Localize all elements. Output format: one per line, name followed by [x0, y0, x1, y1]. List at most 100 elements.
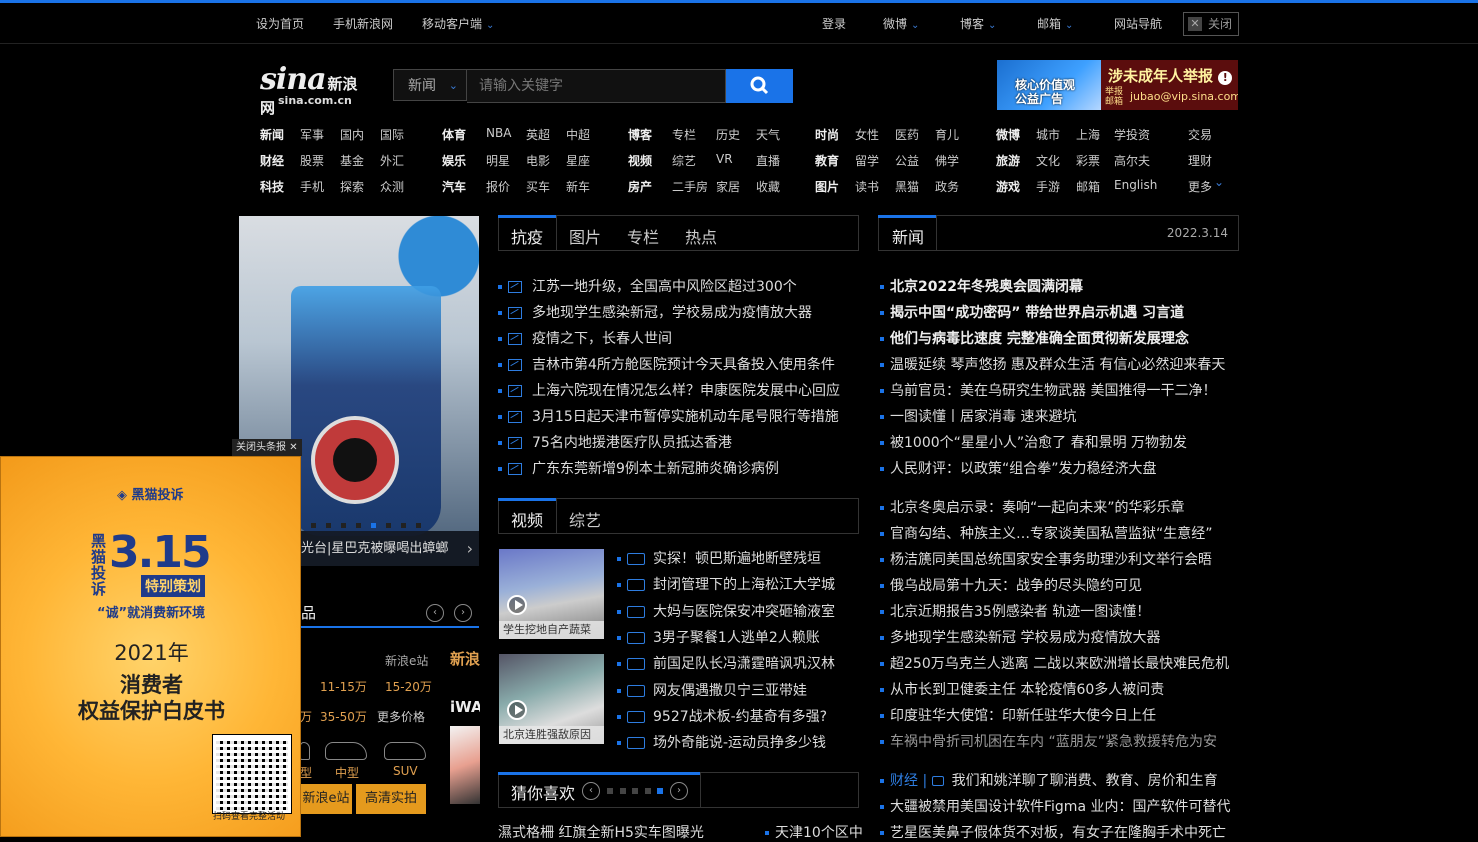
nav-link[interactable]: 交易	[1188, 126, 1212, 143]
nav-link[interactable]: 家居	[716, 178, 740, 195]
nav-link[interactable]: 政务	[935, 178, 959, 195]
news-item[interactable]: 人民财评：以政策“组合拳”发力稳经济大盘	[880, 458, 1157, 478]
video-news-item[interactable]: 前国足队长冯潇霆暗讽巩汉林	[617, 653, 835, 673]
consumer-rights-popup-ad[interactable]: ◈ 黑猫投诉 黑猫投诉 3.15 特别策划 “诚”就消费新环境 2021年 消费…	[0, 456, 301, 837]
nav-link[interactable]: 收藏	[756, 178, 780, 195]
slide-dot[interactable]	[371, 523, 376, 528]
nav-link[interactable]: 二手房	[672, 178, 708, 195]
nav-category-link[interactable]: 新闻	[260, 126, 284, 143]
news-item[interactable]: 多地现学生感染新冠 学校易成为疫情放大器	[880, 627, 1160, 647]
guess-item[interactable]: 濕式格柵 红旗全新H5实车图曝光	[498, 822, 704, 842]
headline-item[interactable]: 他们与病毒比速度 完整准确全面贯彻新发展理念	[880, 328, 1189, 348]
slide-dot[interactable]	[356, 523, 361, 528]
nav-category-link[interactable]: 房产	[628, 178, 652, 195]
tab-columns[interactable]: 专栏	[627, 224, 659, 248]
price-35-50[interactable]: 35-50万	[320, 708, 367, 725]
nav-link[interactable]: 理财	[1188, 152, 1212, 169]
news-item[interactable]: 多地现学生感染新冠，学校易成为疫情放大器	[498, 302, 812, 322]
nav-link[interactable]: 手游	[1036, 178, 1060, 195]
nav-category-link[interactable]: 微博	[996, 126, 1020, 143]
video-news-item[interactable]: 封闭管理下的上海松江大学城	[617, 574, 835, 594]
carousel-dot[interactable]	[657, 788, 663, 794]
chevron-left-icon[interactable]: ‹	[582, 782, 600, 800]
set-home-link[interactable]: 设为首页	[256, 15, 304, 32]
slide-dot[interactable]	[326, 523, 331, 528]
news-item[interactable]: 疫情之下，长春人世间	[498, 328, 672, 348]
nav-link[interactable]: 英超	[526, 126, 550, 143]
headline-item[interactable]: 揭示中国“成功密码” 带给世界启示机遇 习言道	[880, 302, 1184, 322]
nav-link[interactable]: 国内	[340, 126, 364, 143]
mobile-sina-link[interactable]: 手机新浪网	[333, 15, 393, 32]
ecar-button[interactable]: 新浪e站	[300, 784, 352, 814]
nav-link[interactable]: 读书	[855, 178, 879, 195]
nav-link[interactable]: 历史	[716, 126, 740, 143]
nav-link[interactable]: English	[1114, 178, 1157, 192]
news-item[interactable]: 吉林市第4所方舱医院预计今天具备投入使用条件	[498, 354, 835, 374]
nav-category-link[interactable]: 游戏	[996, 178, 1020, 195]
site-nav-link[interactable]: 网站导航	[1114, 15, 1162, 32]
news-item[interactable]: 俄乌战局第十九天：战争的尽头隐约可见	[880, 575, 1142, 595]
nav-link[interactable]: 文化	[1036, 152, 1060, 169]
video-news-item[interactable]: 大妈与医院保安冲突砸输液室	[617, 601, 835, 621]
close-button[interactable]: ✕ 关闭	[1183, 12, 1239, 36]
news-item[interactable]: 从市长到卫健委主任 本轮疫情60多人被问责	[880, 679, 1164, 699]
news-item[interactable]: 乌前官员：美在乌研究生物武器 美国推得一干二净！	[880, 380, 1216, 400]
video-thumbnail[interactable]: 北京连胜强敌原因	[499, 654, 604, 744]
news-item[interactable]: 北京冬奥启示录：奏响“一起向未来”的华彩乐章	[880, 497, 1185, 517]
nav-link[interactable]: 电影	[526, 152, 550, 169]
carousel-dot[interactable]	[619, 788, 626, 794]
nav-category-link[interactable]: 财经	[260, 152, 284, 169]
news-item[interactable]: 上海六院现在情况怎么样？申康医院发展中心回应	[498, 380, 840, 400]
nav-link[interactable]: 股票	[300, 152, 324, 169]
more-prices-link[interactable]: 更多价格	[377, 708, 425, 725]
search-button[interactable]	[726, 69, 793, 103]
side-strip[interactable]: 新浪 iWA	[450, 648, 480, 808]
popup-close-button[interactable]: 关闭头条报 ✕	[232, 439, 302, 456]
nav-link[interactable]: 黑猫	[895, 178, 919, 195]
car-type-small[interactable]: 型	[300, 764, 312, 781]
video-news-item[interactable]: 9527战术板-约基奇有多强?	[617, 706, 827, 726]
nav-link[interactable]: VR	[716, 152, 733, 166]
news-item[interactable]: 75名内地援港医疗队员抵达香港	[498, 432, 732, 452]
nav-link[interactable]: 医药	[895, 126, 919, 143]
tab-variety[interactable]: 综艺	[569, 507, 601, 531]
chevron-right-icon[interactable]: ›	[467, 531, 473, 566]
nav-category-link[interactable]: 旅游	[996, 152, 1020, 169]
nav-link[interactable]: 军事	[300, 126, 324, 143]
video-thumbnail[interactable]: 学生挖地自产蔬菜	[499, 549, 604, 639]
guess-item[interactable]: 天津10个区中	[765, 822, 863, 842]
nav-link[interactable]: 星座	[566, 152, 590, 169]
nav-link[interactable]: 外汇	[380, 152, 404, 169]
search-input[interactable]	[467, 69, 726, 103]
nav-link[interactable]: 众测	[380, 178, 404, 195]
car-type-suv[interactable]: SUV	[393, 764, 418, 778]
tab-hot[interactable]: 热点	[685, 224, 717, 248]
tab-pictures[interactable]: 图片	[569, 224, 601, 248]
news-item[interactable]: 艺星医美鼻子假体货不对板，有女子在隆胸手术中死亡	[880, 822, 1226, 842]
mobile-client-menu[interactable]: 移动客户端 ⌄	[422, 15, 494, 32]
nav-link[interactable]: 报价	[486, 178, 510, 195]
news-item[interactable]: 温暖延续 琴声悠扬 惠及群众生活 有信心必然迎来春天	[880, 354, 1225, 374]
nav-category-link[interactable]: 视频	[628, 152, 652, 169]
nav-link[interactable]: 买车	[526, 178, 550, 195]
slide-dot[interactable]	[386, 523, 391, 528]
headline-item[interactable]: 北京2022年冬残奥会圆满闭幕	[880, 276, 1083, 296]
slide-dot[interactable]	[311, 523, 316, 528]
nav-category-link[interactable]: 娱乐	[442, 152, 466, 169]
login-link[interactable]: 登录	[822, 15, 846, 32]
news-item[interactable]: 被1000个“星星小人”治愈了 春和景明 万物勃发	[880, 432, 1187, 452]
news-item[interactable]: 江苏一地升级，全国高中风险区超过300个	[498, 276, 797, 296]
news-item[interactable]: 北京近期报告35例感染者 轨迹一图读懂！	[880, 601, 1150, 621]
tab-video[interactable]: 视频	[511, 507, 543, 531]
price-11-15[interactable]: 11-15万	[320, 678, 367, 695]
news-item[interactable]: 印度驻华大使馆：印新任驻华大使今日上任	[880, 705, 1156, 725]
carousel-dot[interactable]	[607, 788, 613, 794]
carousel-dot[interactable]	[632, 788, 638, 794]
carousel-dot[interactable]	[644, 788, 651, 794]
nav-link[interactable]: 佛学	[935, 152, 959, 169]
nav-link[interactable]: 手机	[300, 178, 324, 195]
nav-link[interactable]: 探索	[340, 178, 364, 195]
nav-link[interactable]: 基金	[340, 152, 364, 169]
nav-link[interactable]: 上海	[1076, 126, 1100, 143]
nav-category-link[interactable]: 时尚	[815, 126, 839, 143]
